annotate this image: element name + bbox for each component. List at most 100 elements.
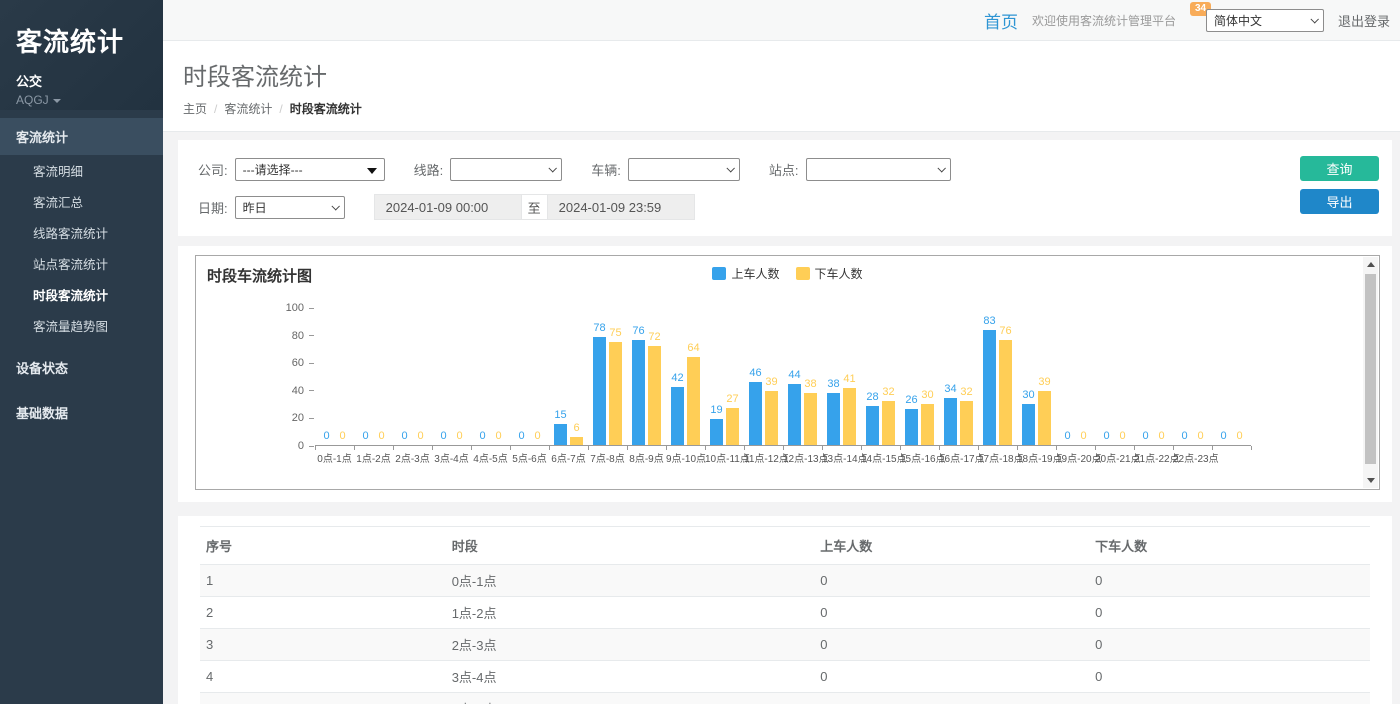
query-button[interactable]: 查询 [1300,156,1379,181]
date-filter-group: 日期: 昨日 [198,196,345,219]
bar-group: 00 [1173,308,1212,446]
table-row: 32点-3点00 [200,629,1370,661]
bar-group: 3841 [822,308,861,446]
vehicle-select[interactable] [628,158,740,181]
bar-value-label: 41 [843,373,855,385]
table-cell: 0 [814,629,1089,661]
table-cell: 5 [200,693,446,704]
table-cell: 1点-2点 [446,597,815,629]
bar-value-label: 76 [999,325,1011,337]
x-axis-label: 16点-17点 [939,450,978,463]
bar-value-label: 34 [944,383,956,395]
table-body: 10点-1点0021点-2点0032点-3点0043点-4点0054点-5点00… [200,565,1370,704]
filter-panel: 公司: ---请选择--- 线路: 车辆: [178,140,1392,236]
language-select[interactable]: 简体中文 [1206,9,1324,32]
sidebar: 客流统计 公交 AQGJ 客流统计客流明细客流汇总线路客流统计站点客流统计时段客… [0,0,163,704]
export-button[interactable]: 导出 [1300,189,1379,214]
table-header-row: 序号时段上车人数下车人数 [200,527,1370,565]
sidebar-item-1[interactable]: 客流明细 [0,155,163,186]
table-cell: 0点-1点 [446,565,815,597]
sidebar-item-5[interactable]: 时段客流统计 [0,279,163,310]
bar-value-label: 39 [1038,376,1050,388]
x-axis-label: 1点-2点 [354,450,393,463]
line-select[interactable] [450,158,562,181]
legend-item-1[interactable]: 下车人数 [796,265,863,282]
date-from-input[interactable]: 2024-01-09 00:00 [374,194,522,220]
line-filter-group: 线路: [414,158,563,181]
table-cell: 0 [1089,629,1370,661]
sidebar-item-8[interactable]: 基础数据 [0,394,163,431]
y-tick-mark [309,308,314,309]
breadcrumb-home[interactable]: 主页 [183,100,207,117]
sidebar-item-3[interactable]: 线路客流统计 [0,217,163,248]
bar-group: 00 [393,308,432,446]
scrollbar-thumb[interactable] [1365,274,1376,464]
sidebar-item-4[interactable]: 站点客流统计 [0,248,163,279]
y-tick-label: 60 [292,357,304,369]
bar-value-label: 0 [495,430,501,442]
table-cell: 4点-5点 [446,693,815,704]
sidebar-item-0[interactable]: 客流统计 [0,118,163,155]
x-axis-label: 2点-3点 [393,450,432,463]
app-root: 客流统计 公交 AQGJ 客流统计客流明细客流汇总线路客流统计站点客流统计时段客… [0,0,1400,704]
bar-boarding-8: 76 [632,340,645,445]
bar-alighting-9: 64 [687,357,700,445]
date-to-input[interactable]: 2024-01-09 23:59 [547,194,695,220]
legend-item-0[interactable]: 上车人数 [712,265,779,282]
bar-boarding-7: 78 [593,337,606,445]
scroll-up-icon[interactable] [1363,257,1378,272]
bar-value-label: 39 [765,376,777,388]
x-axis-label: 11点-12点 [744,450,783,463]
chart-category-12: 443812点-13点 [783,308,822,463]
chart-panel: 时段车流统计图 上车人数下车人数 020406080100 000点-1点001… [178,246,1392,502]
x-axis-label: 3点-4点 [432,450,471,463]
bar-value-label: 32 [882,386,894,398]
bar-alighting-12: 38 [804,393,817,445]
table-cell: 2点-3点 [446,629,815,661]
table-header-0: 序号 [200,527,446,565]
bar-group: 00 [1212,308,1251,446]
date-preset-select[interactable]: 昨日 [235,196,345,219]
bar-group: 00 [510,308,549,446]
org-code-dropdown[interactable]: AQGJ [16,93,147,107]
table-panel: 序号时段上车人数下车人数 10点-1点0021点-2点0032点-3点0043点… [178,516,1392,704]
bar-group: 00 [1056,308,1095,446]
station-select[interactable] [806,158,951,181]
bar-alighting-10: 27 [726,408,739,445]
x-axis-label: 17点-18点 [978,450,1017,463]
welcome-text: 欢迎使用客流统计管理平台 [1032,12,1176,29]
table-cell: 1 [200,565,446,597]
chart-box: 时段车流统计图 上车人数下车人数 020406080100 000点-1点001… [195,255,1380,490]
line-label: 线路: [414,160,444,179]
scroll-down-icon[interactable] [1363,473,1378,488]
home-link[interactable]: 首页 [984,8,1018,33]
triangle-down-icon [367,168,377,174]
sidebar-item-6[interactable]: 客流量趋势图 [0,310,163,341]
logout-link[interactable]: 退出登录 [1338,11,1390,30]
chart-category-0: 000点-1点 [315,308,354,463]
breadcrumb-current: 时段客流统计 [290,100,362,117]
table-cell: 0 [814,693,1089,704]
bar-value-label: 0 [1064,430,1070,442]
bar-group: 4438 [783,308,822,446]
sidebar-item-7[interactable]: 设备状态 [0,349,163,386]
bar-group: 2630 [900,308,939,446]
chart-category-18: 303918点-19点 [1017,308,1056,463]
company-select-value: ---请选择--- [243,161,303,178]
table-header-2: 上车人数 [814,527,1089,565]
chart-vertical-scrollbar[interactable] [1363,257,1378,488]
bar-value-label: 0 [440,430,446,442]
hourly-stats-table: 序号时段上车人数下车人数 10点-1点0021点-2点0032点-3点0043点… [200,526,1370,704]
chevron-down-icon [549,164,557,172]
table-cell: 2 [200,597,446,629]
table-cell: 0 [1089,565,1370,597]
chart-legend: 上车人数下车人数 [196,265,1379,282]
bar-value-label: 0 [1236,430,1242,442]
breadcrumb-parent[interactable]: 客流统计 [224,100,272,117]
bar-value-label: 83 [983,315,995,327]
company-select[interactable]: ---请选择--- [235,158,385,181]
sidebar-item-2[interactable]: 客流汇总 [0,186,163,217]
breadcrumb-separator: / [279,102,282,116]
legend-label: 上车人数 [731,265,779,282]
bar-value-label: 27 [726,393,738,405]
